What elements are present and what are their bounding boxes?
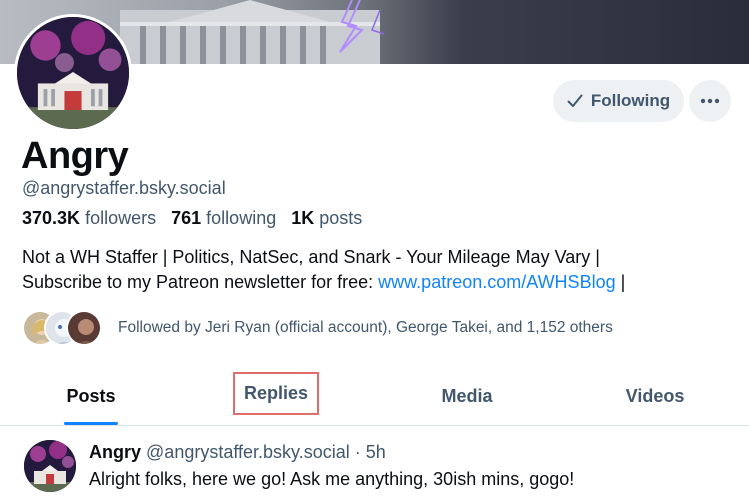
tab-media-label: Media — [441, 385, 493, 406]
following-label: Following — [590, 91, 671, 110]
tab-replies[interactable]: Replies — [233, 372, 319, 415]
followed-by-text: Followed by Jeri Ryan (official account)… — [118, 319, 613, 336]
profile-avatar[interactable] — [14, 14, 132, 132]
post-header: Angry @angrystaffer.bsky.social · 5h — [89, 442, 386, 463]
followers-stat[interactable]: 370.3K followers — [22, 208, 156, 228]
profile-stats: 370.3K followers 761 following 1K posts — [22, 208, 362, 229]
ellipsis-icon — [700, 98, 720, 104]
more-options-button[interactable] — [689, 80, 731, 122]
posts-count: 1K — [291, 208, 315, 228]
active-tab-indicator — [64, 422, 118, 425]
followers-count: 370.3K — [22, 208, 81, 228]
tab-videos[interactable]: Videos — [622, 370, 688, 422]
profile-tabs: Posts Replies Media Videos — [0, 370, 749, 426]
following-stat[interactable]: 761 following — [171, 208, 276, 228]
bio-line-2-suffix: | — [615, 272, 626, 292]
post-separator: · — [349, 442, 366, 462]
followers-label: followers — [85, 208, 157, 228]
post-author-name[interactable]: Angry — [89, 442, 141, 462]
post-text: Alright folks, here we go! Ask me anythi… — [89, 469, 575, 489]
tab-posts[interactable]: Posts — [64, 370, 118, 425]
following-count: 761 — [171, 208, 202, 228]
post-author-avatar[interactable] — [24, 440, 76, 492]
patreon-link[interactable]: www.patreon.com/AWHSBlog — [378, 272, 615, 292]
bio-line-1: Not a WH Staffer | Politics, NatSec, and… — [22, 247, 600, 267]
white-house-fireworks-image — [17, 17, 129, 129]
check-icon — [567, 94, 583, 107]
profile-display-name: Angry — [21, 135, 129, 177]
tab-replies-label: Replies — [243, 383, 309, 403]
posts-label: posts — [319, 208, 363, 228]
following-button[interactable]: Following — [553, 80, 684, 122]
post-time[interactable]: 5h — [366, 442, 386, 462]
bio-line-2-prefix: Subscribe to my Patreon newsletter for f… — [22, 272, 379, 292]
post-author-handle[interactable]: @angrystaffer.bsky.social — [146, 442, 350, 462]
tab-media[interactable]: Media — [438, 370, 496, 422]
tab-videos-label: Videos — [625, 385, 685, 406]
follower-avatar-3 — [66, 310, 102, 346]
posts-stat: 1K posts — [291, 208, 362, 228]
profile-handle: @angrystaffer.bsky.social — [22, 178, 226, 198]
post-item[interactable]: Angry @angrystaffer.bsky.social · 5h Alr… — [0, 427, 749, 496]
tab-posts-label: Posts — [66, 385, 116, 406]
bio-line-2: Subscribe to my Patreon newsletter for f… — [22, 270, 722, 295]
white-house-fireworks-image — [24, 440, 76, 492]
followed-by-row[interactable]: Followed by Jeri Ryan (official account)… — [22, 309, 613, 347]
profile-bio: Not a WH Staffer | Politics, NatSec, and… — [22, 245, 722, 295]
following-stat-label: following — [206, 208, 277, 228]
